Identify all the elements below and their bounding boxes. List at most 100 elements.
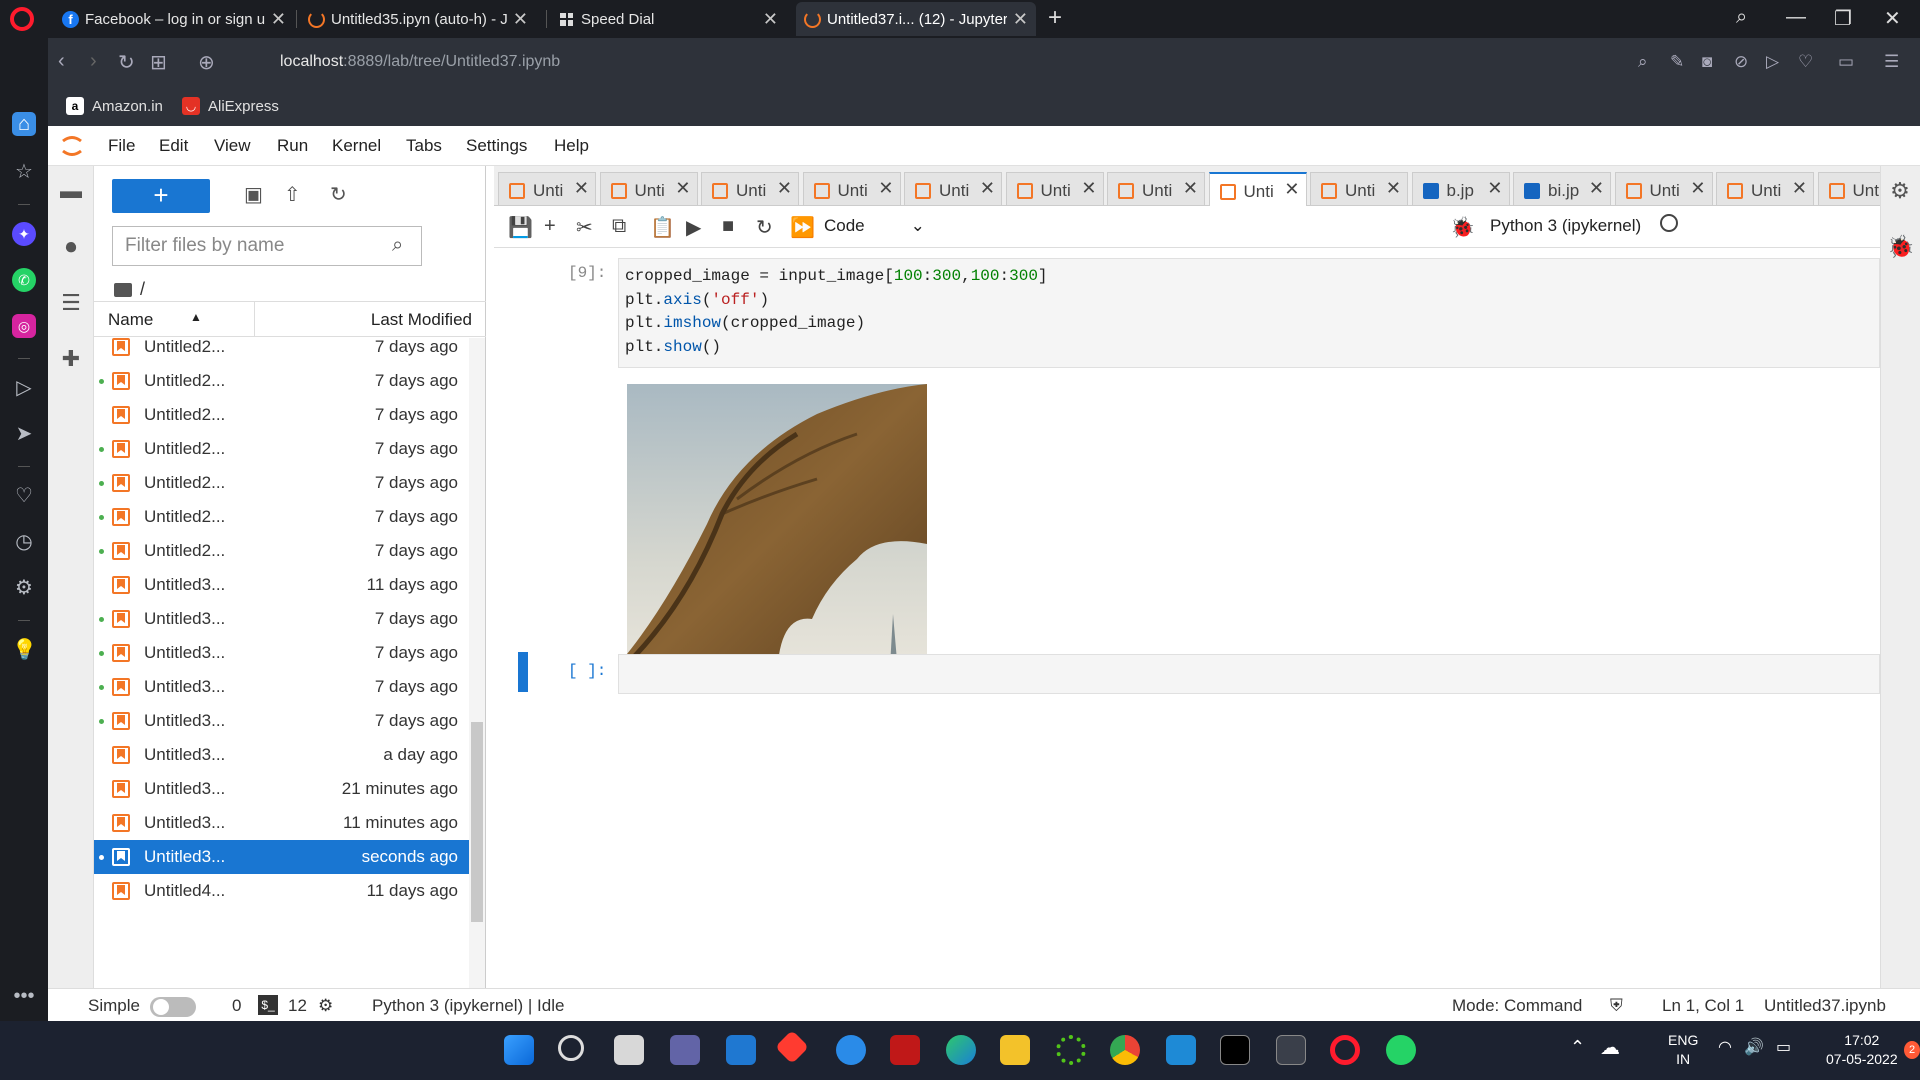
file-row[interactable]: Untitled3... 7 days ago [94, 636, 472, 670]
loader-app-icon[interactable] [1056, 1035, 1086, 1065]
menu-kernel[interactable]: Kernel [332, 136, 381, 156]
settings-gear-icon[interactable]: ⚙ [12, 576, 36, 600]
close-icon[interactable]: ✕ [1589, 178, 1604, 199]
close-window-button[interactable]: ✕ [1884, 6, 1901, 31]
menu-tabs[interactable]: Tabs [406, 136, 442, 156]
notebook-tab[interactable]: Unti ✕ [802, 172, 901, 206]
edge-icon[interactable] [946, 1035, 976, 1065]
new-folder-icon[interactable]: ▣ [244, 182, 263, 207]
restart-icon[interactable]: ↻ [756, 215, 773, 240]
menu-run[interactable]: Run [277, 136, 308, 156]
copy-icon[interactable]: ⧉ [612, 215, 626, 238]
search-icon[interactable] [558, 1035, 584, 1061]
notification-badge[interactable]: 2 [1904, 1041, 1920, 1059]
table-of-contents-icon[interactable]: ☰ [58, 290, 84, 316]
heart-icon[interactable]: ♡ [12, 484, 36, 508]
file-list-scrollbar[interactable] [469, 338, 485, 988]
close-icon[interactable]: ✕ [1386, 178, 1401, 199]
upload-icon[interactable]: ⇧ [284, 182, 301, 207]
cursor-position[interactable]: Ln 1, Col 1 [1662, 996, 1744, 1016]
run-icon[interactable]: ▶ [686, 215, 701, 240]
file-row[interactable]: Untitled2... 7 days ago [94, 364, 472, 398]
vscode-icon[interactable] [1166, 1035, 1196, 1065]
debugger-bug-icon[interactable]: 🐞 [1450, 215, 1475, 240]
new-launcher-button[interactable]: + [112, 179, 210, 213]
menu-settings[interactable]: Settings [466, 136, 527, 156]
easy-setup-icon[interactable]: ☰ [1884, 52, 1899, 72]
menu-edit[interactable]: Edit [159, 136, 188, 156]
task-view-icon[interactable] [614, 1035, 644, 1065]
notebook-tab[interactable]: b.jp ✕ [1411, 172, 1510, 206]
bookmark-star-icon[interactable]: ☆ [12, 160, 36, 184]
close-icon[interactable]: ✕ [271, 9, 286, 30]
browser-tab-untitled37[interactable]: Untitled37.i... (12) - Jupyter ✕ [796, 2, 1036, 36]
close-icon[interactable]: ✕ [1792, 178, 1807, 199]
file-row[interactable]: Untitled3... 7 days ago [94, 670, 472, 704]
browser-tab-untitled35[interactable]: Untitled35.ipyn (auto-h) - J ✕ [300, 2, 536, 36]
browser-tab-speed-dial[interactable]: Speed Dial ✕ [550, 2, 786, 36]
heart-icon[interactable]: ♡ [1798, 52, 1813, 72]
notebook-tab[interactable]: Unti ✕ [599, 172, 698, 206]
browser-tab-facebook[interactable]: f Facebook – log in or sign u ✕ [54, 2, 294, 36]
player-icon[interactable]: ▷ [12, 376, 36, 400]
adblock-icon[interactable]: ⊘ [1734, 52, 1748, 72]
empty-code-cell[interactable] [618, 654, 1880, 694]
file-row[interactable]: Untitled3... 11 days ago [94, 568, 472, 602]
close-icon[interactable]: ✕ [513, 9, 528, 30]
camera-icon[interactable]: ◙ [1702, 52, 1712, 72]
close-icon[interactable]: ✕ [878, 178, 893, 199]
notebook-tab[interactable]: Unti ✕ [1716, 172, 1814, 206]
onedrive-cloud-icon[interactable]: ☁ [1600, 1035, 1620, 1060]
opera-logo-icon[interactable] [10, 7, 34, 31]
save-icon[interactable]: 💾 [508, 215, 533, 240]
wifi-icon[interactable]: ◠ [1718, 1037, 1732, 1057]
code-cell-editor[interactable]: cropped_image = input_image[100:300,100:… [618, 258, 1880, 368]
anydesk-icon[interactable] [775, 1030, 809, 1064]
file-row[interactable]: Untitled2... 7 days ago [94, 398, 472, 432]
terminal-app-icon[interactable] [1220, 1035, 1250, 1065]
home-icon[interactable]: ⌂ [12, 112, 36, 136]
close-icon[interactable]: ✕ [1487, 178, 1502, 199]
kernel-name[interactable]: Python 3 (ipykernel) [1490, 216, 1641, 236]
file-row[interactable]: Untitled3... 7 days ago [94, 704, 472, 738]
breadcrumb[interactable]: / [114, 279, 145, 300]
close-icon[interactable]: ✕ [574, 178, 589, 199]
edit-icon[interactable]: ✎ [1670, 52, 1684, 72]
kernel-chip-icon[interactable]: ⚙ [318, 996, 333, 1016]
extensions-puzzle-icon[interactable]: ✚ [58, 346, 84, 372]
debugger-bug-icon[interactable]: 🐞 [1887, 234, 1914, 260]
refresh-icon[interactable]: ↻ [330, 182, 347, 207]
column-name[interactable]: Name [108, 310, 153, 330]
help-icon[interactable] [836, 1035, 866, 1065]
trusted-shield-icon[interactable]: ⛨ [1610, 996, 1623, 1016]
filter-files-input[interactable] [112, 226, 422, 266]
windows-start-icon[interactable] [504, 1035, 534, 1065]
restart-run-all-icon[interactable]: ⏩ [790, 215, 815, 240]
teams-chat-icon[interactable] [670, 1035, 700, 1065]
bookmark-amazon[interactable]: a Amazon.in [66, 97, 163, 115]
instagram-icon[interactable]: ◎ [12, 314, 36, 338]
bookmark-aliexpress[interactable]: ◡ AliExpress [182, 97, 279, 115]
notebook-tab[interactable]: Unti ✕ [1107, 172, 1205, 206]
file-row[interactable]: Untitled2... 7 days ago [94, 466, 472, 500]
command-prompt-icon[interactable] [1276, 1035, 1306, 1065]
property-inspector-gear-icon[interactable]: ⚙ [1887, 178, 1913, 204]
close-icon[interactable]: ✕ [980, 178, 995, 199]
back-icon[interactable]: ‹ [58, 50, 65, 73]
paste-icon[interactable]: 📋 [650, 215, 675, 240]
chevron-up-icon[interactable]: ⌃ [1570, 1037, 1585, 1058]
close-icon[interactable]: ✕ [1690, 178, 1705, 199]
notebook-tab[interactable]: Unti ✕ [498, 172, 596, 206]
battery-icon[interactable]: ▭ [1776, 1037, 1791, 1057]
notebook-tab[interactable]: bi.jp ✕ [1513, 172, 1611, 206]
chrome-icon[interactable] [1110, 1035, 1140, 1065]
more-icon[interactable]: ••• [12, 984, 36, 1008]
restore-button[interactable]: ❐ [1834, 6, 1852, 31]
close-icon[interactable]: ✕ [763, 9, 778, 30]
folder-icon[interactable]: ▬ [58, 178, 84, 204]
close-icon[interactable]: ✕ [675, 178, 690, 199]
file-row[interactable]: Untitled2... 7 days ago [94, 534, 472, 568]
file-row[interactable]: Untitled2... 7 days ago [94, 432, 472, 466]
messenger-icon[interactable]: ✦ [12, 222, 36, 246]
close-icon[interactable]: ✕ [1284, 179, 1299, 200]
